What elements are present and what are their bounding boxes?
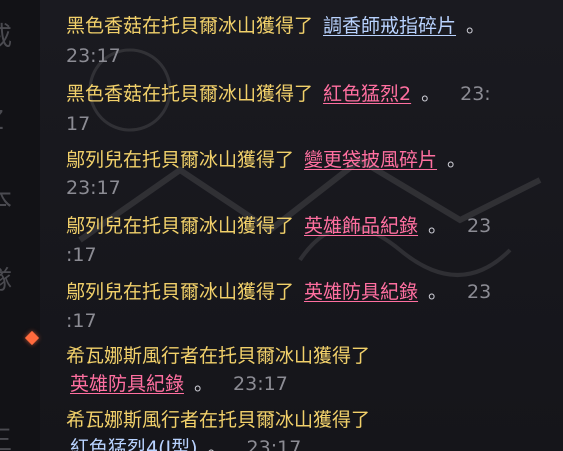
message-text: 黑色香菇在托貝爾冰山獲得了 [66, 15, 314, 37]
item-link[interactable]: 調香師戒指碎片 [323, 15, 456, 37]
message-timestamp-wrap: :17 [66, 244, 97, 266]
item-link[interactable]: 英雄飾品紀錄 [304, 215, 418, 237]
item-link[interactable]: 英雄防具紀錄 [70, 373, 184, 395]
sidebar-tab-5[interactable]: | [0, 346, 26, 376]
message-timestamp: 23:17 [66, 177, 121, 199]
message-text: 希瓦娜斯風行者在托貝爾冰山獲得了 [66, 345, 371, 367]
message-timestamp: 23: [460, 83, 491, 105]
message-period: 。 [466, 15, 486, 37]
item-link[interactable]: 紅色猛烈4(I型) [70, 437, 198, 451]
sidebar-tab-3[interactable]: 本 [0, 186, 26, 216]
message-timestamp-wrap: :17 [66, 310, 97, 332]
message-timestamp-wrap: 17 [66, 113, 91, 135]
message-text: 鄔列兒在托貝爾冰山獲得了 [66, 281, 295, 303]
message-timestamp: 23:17 [233, 373, 288, 395]
message-period: 。 [207, 437, 227, 451]
chat-message-cont: 英雄防具紀錄。 23:17 [66, 368, 536, 400]
sidebar: 戒 Z 本 隊 | 王 [0, 0, 40, 451]
message-text: 鄔列兒在托貝爾冰山獲得了 [66, 149, 295, 171]
message-text: 希瓦娜斯風行者在托貝爾冰山獲得了 [66, 409, 371, 431]
message-text: 黑色香菇在托貝爾冰山獲得了 [66, 83, 314, 105]
item-link[interactable]: 紅色猛烈2 [323, 83, 411, 105]
message-text: 鄔列兒在托貝爾冰山獲得了 [66, 215, 295, 237]
message-timestamp: 23 [467, 281, 492, 303]
chat-message: 黑色香菇在托貝爾冰山獲得了 調香師戒指碎片。 [66, 10, 536, 42]
sidebar-tab-1[interactable]: 戒 [0, 22, 26, 52]
message-timestamp: 23:17 [66, 45, 121, 67]
message-period: 。 [194, 373, 214, 395]
message-period: 。 [447, 149, 467, 171]
chat-message: 鄔列兒在托貝爾冰山獲得了 英雄飾品紀錄。 23 [66, 210, 536, 242]
chat-window: 戒 Z 本 隊 | 王 黑色香菇在托貝爾冰山獲得了調香師戒指碎片。 23:17 … [0, 0, 563, 451]
message-period: 。 [421, 83, 441, 105]
message-period: 。 [428, 215, 448, 237]
chat-message: 鄔列兒在托貝爾冰山獲得了 變更袋披風碎片。 [66, 144, 536, 176]
item-link[interactable]: 英雄防具紀錄 [304, 281, 418, 303]
chat-message: 鄔列兒在托貝爾冰山獲得了 英雄防具紀錄。 23 [66, 276, 536, 308]
chat-message: 黑色香菇在托貝爾冰山獲得了 紅色猛烈2 。 23: [66, 78, 536, 110]
sidebar-tab-6[interactable]: 王 [0, 426, 26, 451]
sidebar-tab-4[interactable]: 隊 [0, 266, 26, 296]
message-period: 。 [428, 281, 448, 303]
notification-diamond-icon [24, 330, 40, 346]
chat-message-cont: 紅色猛烈4(I型) 。 23:17 [66, 432, 536, 451]
message-timestamp: 23:17 [246, 437, 302, 451]
item-link[interactable]: 變更袋披風碎片 [304, 149, 437, 171]
sidebar-tab-2[interactable]: Z [0, 106, 26, 136]
message-timestamp: 23 [467, 215, 492, 237]
